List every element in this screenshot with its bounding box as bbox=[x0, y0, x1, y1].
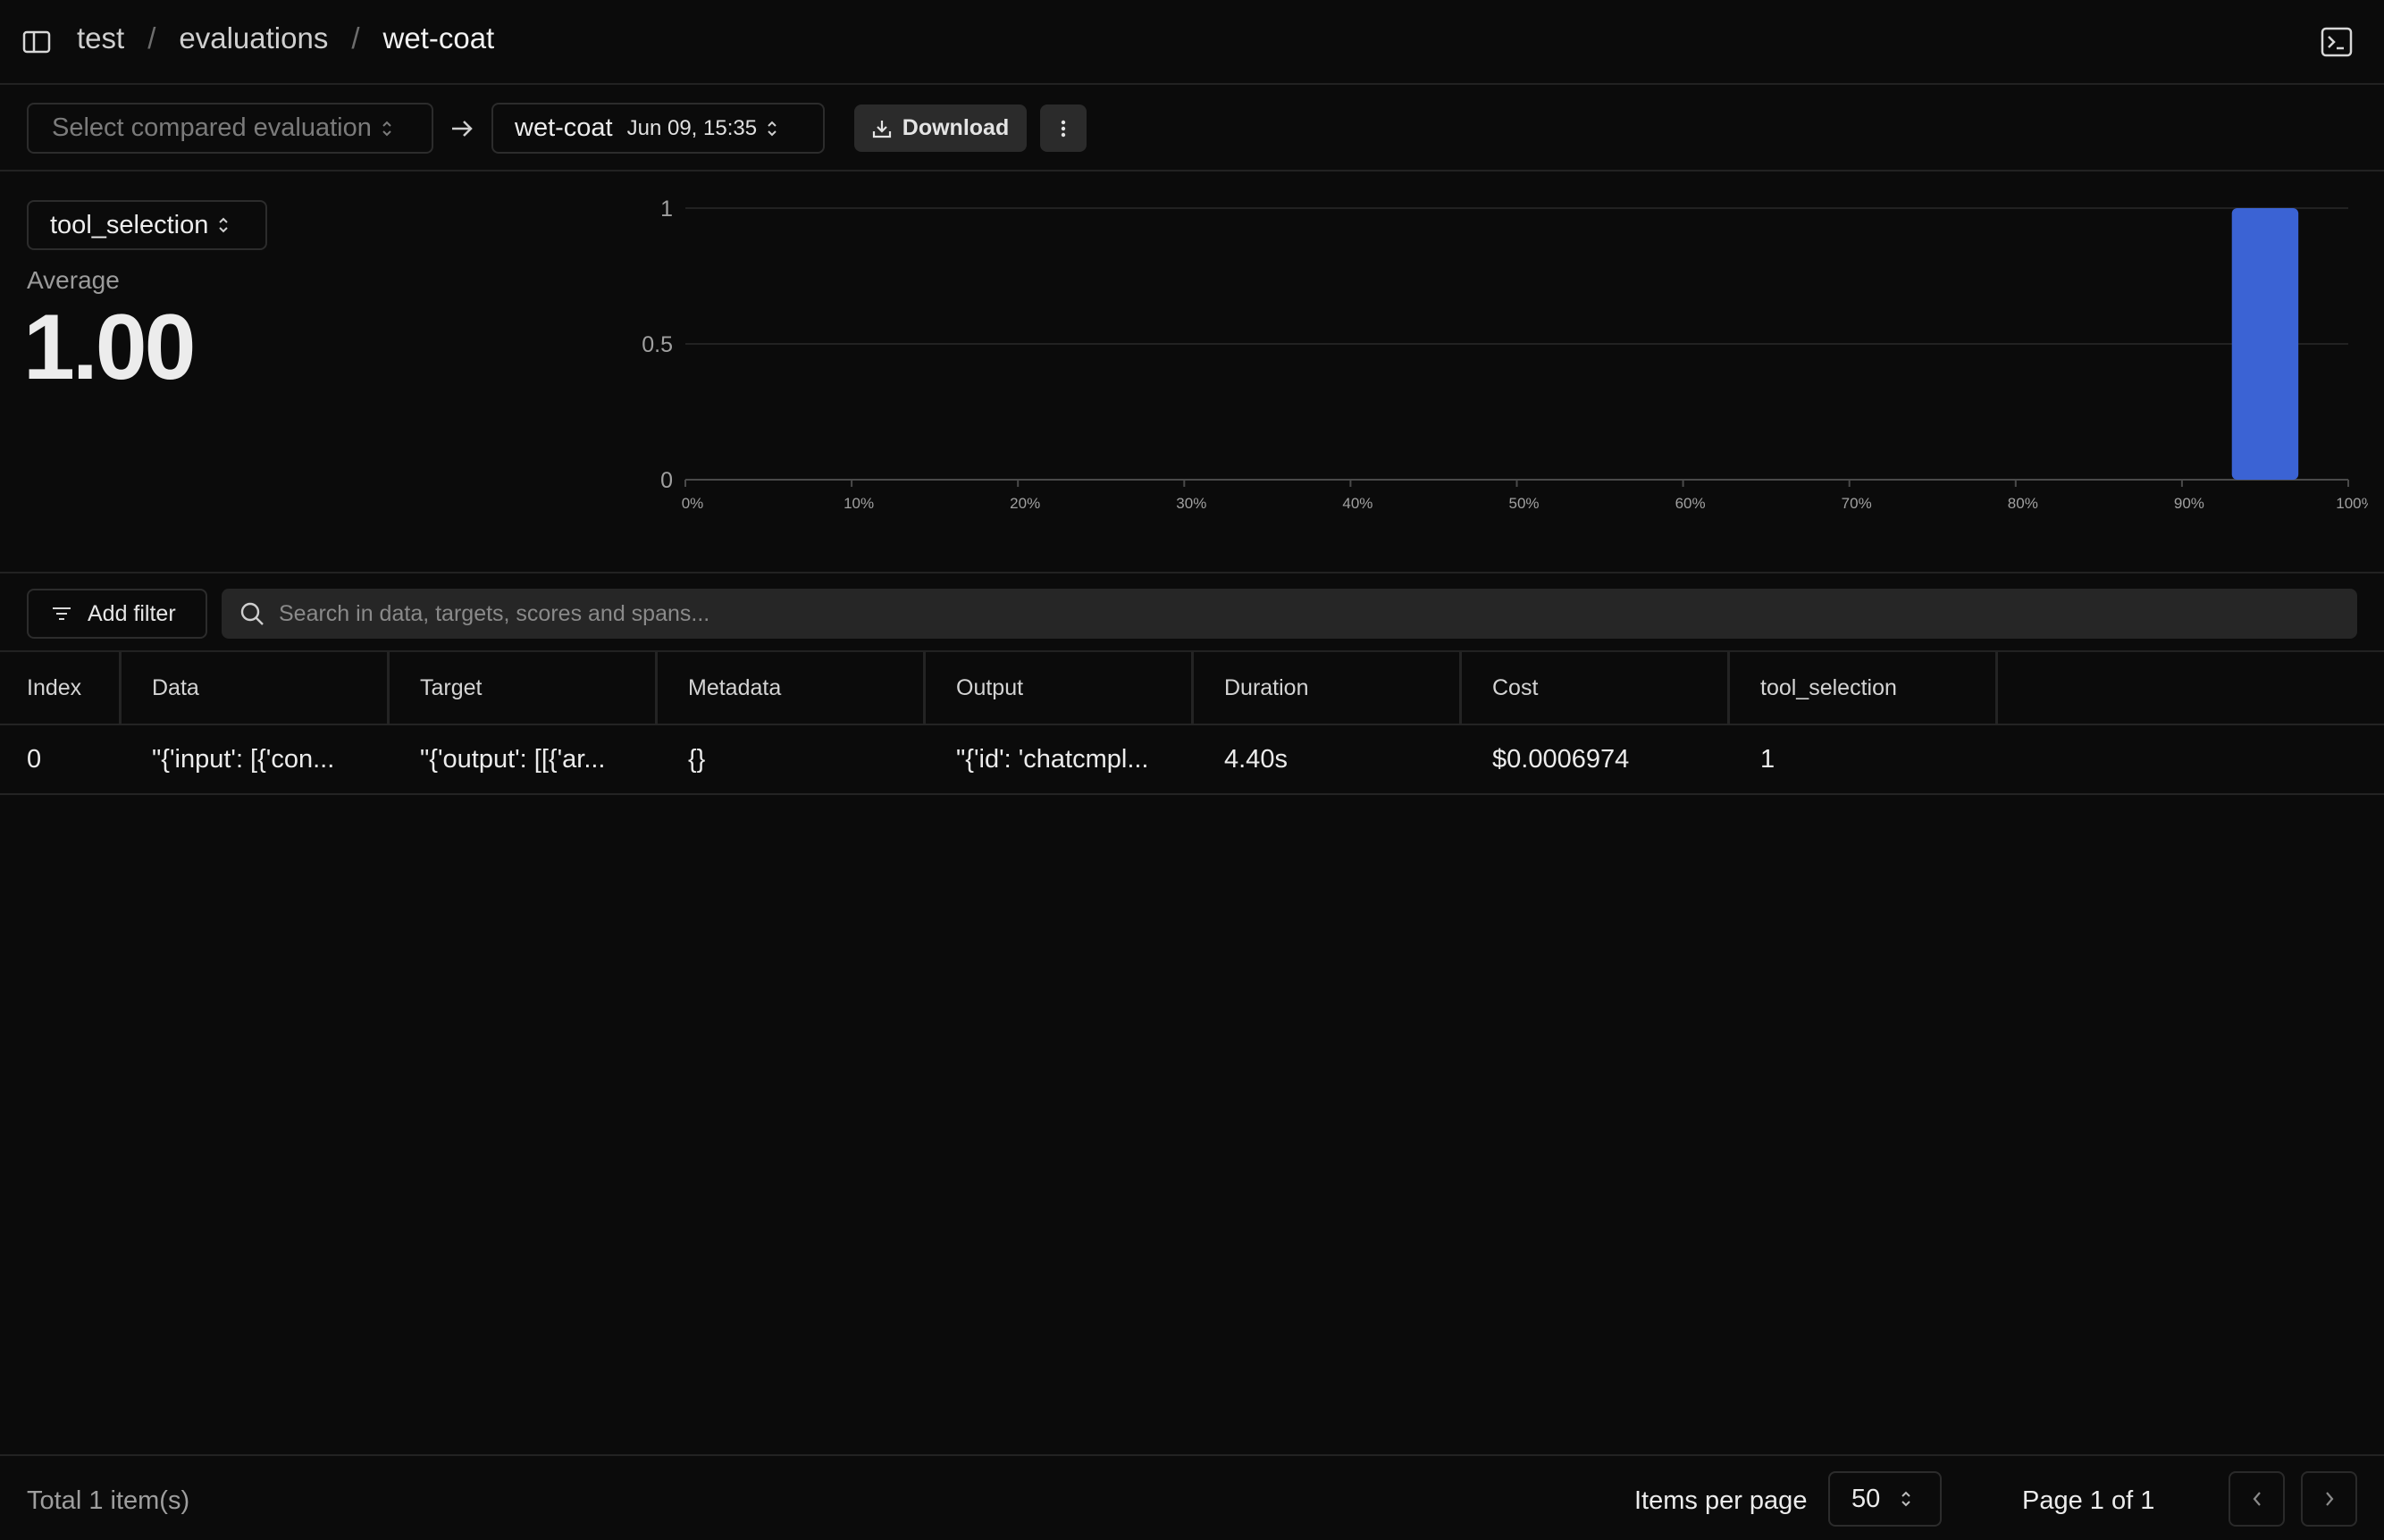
chevron-up-down-icon bbox=[768, 121, 776, 136]
more-vertical-icon bbox=[1061, 120, 1066, 137]
chevron-right-icon bbox=[2325, 1492, 2333, 1506]
x-tick-label: 0% bbox=[682, 495, 704, 512]
items-per-page-value: 50 bbox=[1851, 1484, 1881, 1513]
histogram-bar bbox=[2231, 208, 2299, 480]
breadcrumb-evaluations[interactable]: evaluations bbox=[179, 21, 328, 55]
cell-metadata: {} bbox=[688, 744, 706, 774]
evaluation-name: wet-coat bbox=[515, 113, 613, 142]
column-header-tool-selection[interactable]: tool_selection bbox=[1730, 652, 1998, 724]
column-header-index[interactable]: Index bbox=[0, 652, 122, 724]
column-header-duration[interactable]: Duration bbox=[1194, 652, 1462, 724]
column-header-output[interactable]: Output bbox=[926, 652, 1194, 724]
x-tick-label: 70% bbox=[1842, 495, 1872, 512]
breadcrumb-separator: / bbox=[351, 21, 360, 54]
add-filter-label: Add filter bbox=[88, 600, 176, 626]
chevron-up-down-icon bbox=[219, 217, 229, 233]
table-row[interactable]: 0 "{'input': [{'con... "{'output': [[{'a… bbox=[0, 725, 2384, 795]
sidebar-toggle-icon[interactable] bbox=[21, 27, 52, 57]
breadcrumb: test / evaluations / wet-coat bbox=[77, 21, 494, 55]
terminal-icon[interactable] bbox=[2320, 25, 2354, 59]
cell-output: "{'id': 'chatcmpl... bbox=[956, 744, 1149, 774]
download-label: Download bbox=[902, 115, 1010, 140]
y-tick-label: 0 bbox=[660, 468, 673, 493]
average-label: Average bbox=[27, 266, 120, 294]
items-per-page-select[interactable]: 50 bbox=[1828, 1471, 1942, 1527]
x-tick-label: 50% bbox=[1508, 495, 1539, 512]
filter-icon bbox=[53, 607, 71, 620]
x-tick-label: 40% bbox=[1342, 495, 1372, 512]
x-tick-label: 10% bbox=[844, 495, 874, 512]
pagination-footer: Total 1 item(s) Items per page 50 Page 1… bbox=[0, 1454, 2384, 1540]
x-tick-label: 90% bbox=[2174, 495, 2204, 512]
breadcrumb-separator: / bbox=[147, 21, 156, 54]
chevron-left-icon bbox=[2253, 1492, 2261, 1506]
page-indicator: Page 1 of 1 bbox=[2022, 1486, 2155, 1515]
search-input[interactable] bbox=[279, 600, 2245, 627]
x-tick-label: 30% bbox=[1176, 495, 1206, 512]
download-icon bbox=[872, 120, 891, 138]
top-bar: test / evaluations / wet-coat bbox=[0, 0, 2384, 85]
table-header: Index Data Target Metadata Output Durati… bbox=[0, 652, 2384, 725]
search-box[interactable] bbox=[222, 589, 2357, 639]
column-header-data[interactable]: Data bbox=[122, 652, 390, 724]
evaluation-select[interactable]: wet-coat Jun 09, 15:35 bbox=[491, 103, 825, 154]
compare-evaluation-select[interactable]: Select compared evaluation bbox=[27, 103, 433, 154]
x-tick-label: 20% bbox=[1010, 495, 1040, 512]
score-distribution-chart: 00.510%10%20%30%40%50%60%70%80%90%100% bbox=[642, 197, 2368, 512]
filter-bar: Add filter bbox=[0, 573, 2384, 652]
score-select[interactable]: tool_selection bbox=[27, 200, 267, 250]
arrow-right-icon bbox=[452, 121, 473, 137]
compare-evaluation-placeholder: Select compared evaluation bbox=[52, 113, 372, 142]
search-icon bbox=[240, 602, 264, 625]
chevron-up-down-icon bbox=[382, 121, 391, 136]
results-table: Index Data Target Metadata Output Durati… bbox=[0, 652, 2384, 795]
evaluation-date: Jun 09, 15:35 bbox=[626, 115, 758, 140]
breadcrumb-project[interactable]: test bbox=[77, 21, 124, 55]
score-select-value: tool_selection bbox=[50, 210, 209, 239]
add-filter-button[interactable]: Add filter bbox=[27, 589, 207, 639]
more-options-button[interactable] bbox=[1040, 105, 1087, 152]
total-items: Total 1 item(s) bbox=[27, 1486, 190, 1515]
average-value: 1.00 bbox=[23, 296, 196, 399]
cell-data: "{'input': [{'con... bbox=[152, 744, 335, 774]
cell-tool-selection: 1 bbox=[1760, 744, 1775, 774]
cell-index: 0 bbox=[27, 744, 42, 774]
previous-page-button[interactable] bbox=[2229, 1471, 2285, 1527]
cell-target: "{'output': [[{'ar... bbox=[420, 744, 606, 774]
x-tick-label: 80% bbox=[2008, 495, 2038, 512]
x-tick-label: 100% bbox=[2336, 495, 2368, 512]
y-tick-label: 0.5 bbox=[642, 332, 673, 357]
y-tick-label: 1 bbox=[660, 197, 673, 222]
cell-duration: 4.40s bbox=[1224, 744, 1288, 774]
cell-cost: $0.0006974 bbox=[1492, 744, 1630, 774]
x-tick-label: 60% bbox=[1675, 495, 1706, 512]
column-header-metadata[interactable]: Metadata bbox=[658, 652, 926, 724]
chevron-up-down-icon bbox=[1901, 1491, 1910, 1507]
column-header-cost[interactable]: Cost bbox=[1462, 652, 1730, 724]
column-header-target[interactable]: Target bbox=[390, 652, 658, 724]
next-page-button[interactable] bbox=[2301, 1471, 2357, 1527]
download-button[interactable]: Download bbox=[854, 105, 1027, 152]
breadcrumb-current: wet-coat bbox=[382, 21, 495, 54]
items-per-page-label: Items per page bbox=[1634, 1486, 1808, 1515]
evaluation-toolbar: Select compared evaluation wet-coat Jun … bbox=[0, 85, 2384, 172]
